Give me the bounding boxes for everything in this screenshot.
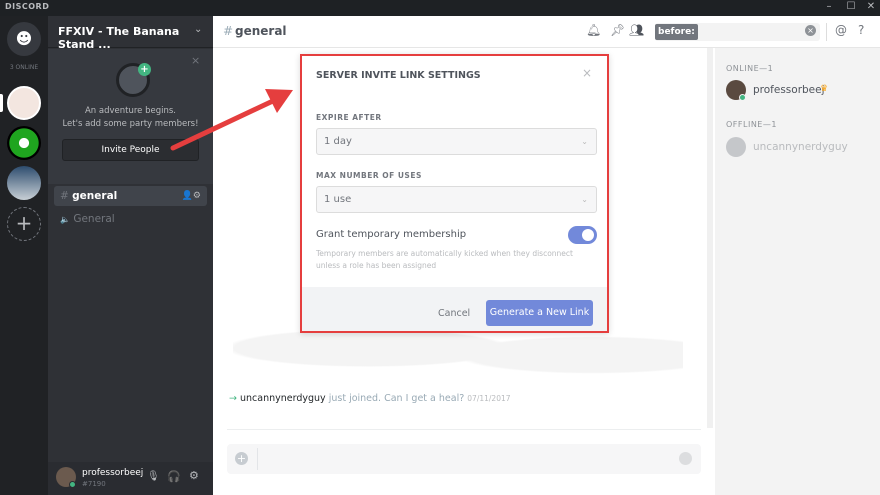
search-token: before:: [655, 24, 698, 40]
message-timestamp: 07/11/2017: [467, 394, 511, 403]
selected-indicator: [0, 94, 3, 112]
mentions-icon[interactable]: @: [835, 23, 847, 37]
channel-general-voice[interactable]: 🔈 General: [54, 209, 207, 229]
member-name[interactable]: uncannynerdyguy: [753, 141, 848, 153]
channel-title: general: [235, 24, 287, 38]
temp-membership-label: Grant temporary membership: [316, 229, 467, 240]
max-uses-value: 1 use: [324, 194, 352, 205]
server-list: ☻ 3 ONLINE +: [0, 16, 48, 495]
close-icon[interactable]: ×: [191, 54, 200, 67]
default-avatar-icon[interactable]: [726, 137, 746, 157]
title-bar: DISCORD – ☐ ✕: [0, 0, 880, 16]
online-status-icon: [69, 481, 76, 488]
online-count: 3 ONLINE: [9, 64, 39, 71]
bell-icon[interactable]: 🔔︎: [586, 23, 601, 37]
chevron-down-icon: ⌄: [581, 137, 588, 146]
app-brand: DISCORD: [5, 2, 50, 11]
message-username[interactable]: uncannynerdyguy: [240, 393, 326, 404]
invite-settings-modal: SERVER INVITE LINK SETTINGS × EXPIRE AFT…: [300, 54, 609, 333]
online-status-icon: [739, 94, 746, 101]
plus-icon: +: [138, 63, 151, 76]
headphones-icon[interactable]: 🎧: [167, 470, 181, 483]
scrollbar[interactable]: [707, 48, 713, 428]
close-icon[interactable]: ×: [582, 66, 592, 80]
channel-general-text[interactable]: # general 👤⚙: [54, 186, 207, 206]
divider: [227, 429, 701, 430]
member-name[interactable]: professorbeej: [753, 84, 825, 96]
invite-gear-icon[interactable]: 👤⚙: [182, 186, 201, 206]
channel-name: General: [73, 213, 115, 225]
upload-plus-icon[interactable]: +: [235, 452, 248, 465]
emoji-icon[interactable]: [679, 452, 692, 465]
members-icon[interactable]: 👥︎: [629, 23, 644, 37]
user-panel: professorbeej #7190 🎙 🎧 ⚙: [48, 462, 213, 495]
join-message: → uncannynerdyguy just joined. Can I get…: [229, 393, 511, 404]
channel-name: general: [72, 190, 118, 202]
divider: [826, 23, 827, 41]
expire-select[interactable]: 1 day ⌄: [316, 128, 597, 155]
member-list: ONLINE—1 professorbeej ♛ OFFLINE—1 uncan…: [715, 48, 880, 495]
generate-link-button[interactable]: Generate a New Link: [486, 300, 593, 326]
arrow-right-icon: →: [229, 393, 237, 404]
discord-home-icon[interactable]: ☻: [7, 22, 41, 56]
max-uses-select[interactable]: 1 use ⌄: [316, 186, 597, 213]
message-input[interactable]: +: [227, 444, 701, 474]
message-text: just joined. Can I get a heal?: [328, 393, 465, 404]
speaker-icon: 🔈: [60, 215, 70, 224]
minimize-button[interactable]: –: [822, 1, 836, 12]
server-header[interactable]: FFXIV - The Banana Stand ... ⌄: [48, 16, 213, 51]
offline-header: OFFLINE—1: [726, 120, 777, 129]
expire-label: EXPIRE AFTER: [316, 113, 382, 122]
help-icon[interactable]: ?: [858, 23, 864, 37]
expire-value: 1 day: [324, 136, 352, 147]
max-uses-label: MAX NUMBER OF USES: [316, 171, 422, 180]
modal-footer: Cancel Generate a New Link: [302, 287, 607, 331]
server-icon-mushroom[interactable]: [7, 126, 41, 160]
maximize-button[interactable]: ☐: [844, 1, 858, 12]
temp-membership-toggle[interactable]: [568, 226, 597, 244]
add-server-button[interactable]: +: [7, 207, 41, 241]
chevron-down-icon: ⌄: [581, 195, 588, 204]
online-header: ONLINE—1: [726, 64, 774, 73]
server-name: FFXIV - The Banana Stand ...: [58, 25, 180, 51]
username: professorbeej: [82, 468, 144, 478]
crown-icon: ♛: [820, 84, 829, 94]
modal-title: SERVER INVITE LINK SETTINGS: [316, 70, 481, 81]
pin-icon[interactable]: 📌︎: [610, 23, 625, 37]
server-icon-moogle[interactable]: [7, 86, 41, 120]
annotation-arrow: [170, 89, 293, 151]
hash-icon: #: [223, 24, 234, 38]
divider: [257, 448, 258, 470]
settings-gear-icon[interactable]: ⚙: [189, 469, 199, 482]
chevron-down-icon: ⌄: [194, 24, 203, 35]
temp-membership-description: Temporary members are automatically kick…: [316, 249, 573, 270]
hash-icon: #: [60, 190, 69, 202]
close-window-button[interactable]: ✕: [864, 1, 878, 12]
server-icon-geek[interactable]: [7, 166, 41, 200]
user-tag: #7190: [82, 480, 106, 488]
channel-header: # general 🔔︎ 📌︎ 👥︎ before: × @ ?: [213, 16, 880, 48]
clear-search-icon[interactable]: ×: [805, 25, 816, 36]
microphone-icon[interactable]: 🎙: [147, 471, 160, 482]
search-input[interactable]: before: ×: [655, 23, 820, 41]
cancel-button[interactable]: Cancel: [438, 308, 470, 319]
